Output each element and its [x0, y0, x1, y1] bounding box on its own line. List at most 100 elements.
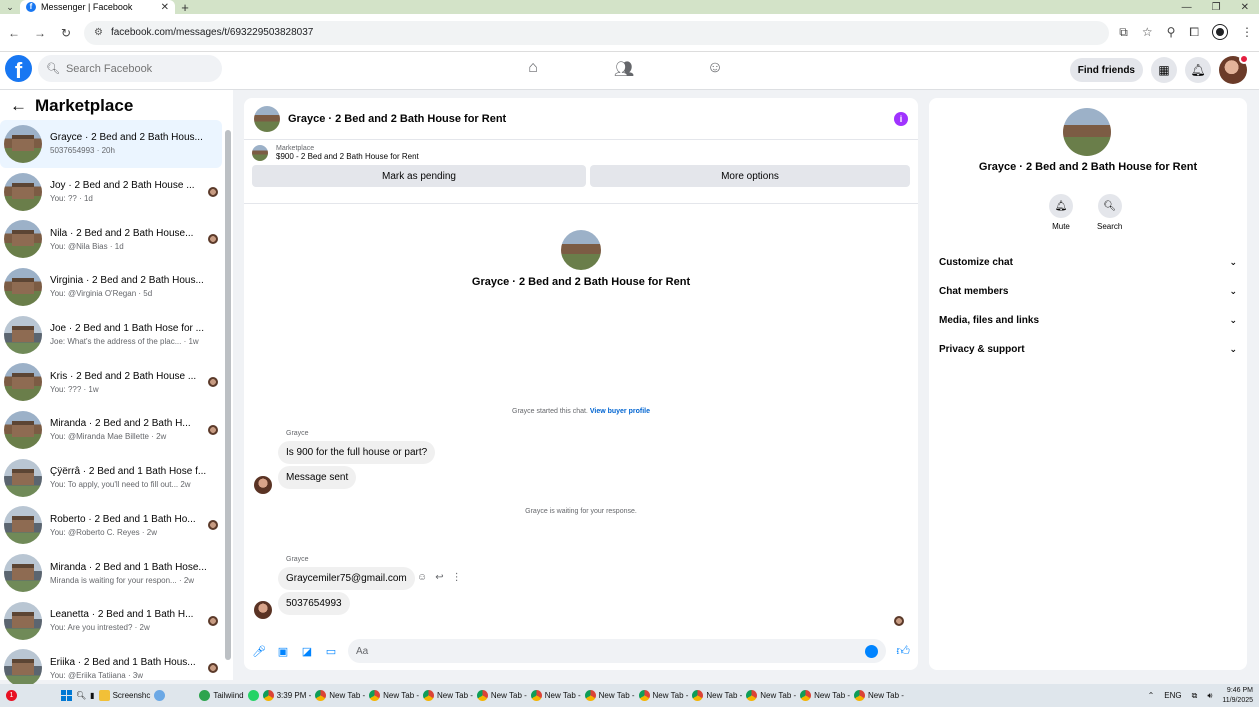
chat-title[interactable]: Grayce · 2 Bed and 2 Bath House for Rent [288, 113, 886, 125]
restore-icon[interactable]: ❐ [1212, 2, 1221, 13]
taskbar-chrome-window[interactable]: New Tab - [423, 690, 473, 701]
search-icon[interactable]: 🔍︎ [1097, 194, 1122, 218]
sticker-icon[interactable]: ◪ [300, 645, 314, 658]
conversation-item[interactable]: Miranda · 2 Bed and 2 Bath H... You: @Mi… [0, 406, 222, 454]
sidebar-scrollbar[interactable] [225, 120, 231, 675]
find-friends-button[interactable]: Find friends [1069, 58, 1143, 82]
photo-icon[interactable]: ▣ [276, 645, 290, 658]
taskbar-chrome-window[interactable]: New Tab - [800, 690, 850, 701]
extensions-puzzle-icon[interactable]: ⧠ [1189, 25, 1199, 40]
install-app-icon[interactable]: ⧉ [1119, 25, 1128, 40]
browser-profile-icon[interactable] [1213, 25, 1227, 39]
close-window-icon[interactable]: ✕ [1241, 2, 1249, 13]
account-avatar[interactable] [1219, 54, 1249, 84]
taskbar-chrome-window[interactable]: New Tab - [638, 690, 688, 701]
section-media-files-links[interactable]: Media, files and links ⌄ [939, 306, 1237, 335]
taskbar-chrome-window[interactable]: New Tab - [530, 690, 581, 701]
search-action[interactable]: 🔍︎ Search [1097, 194, 1122, 231]
conversation-item[interactable]: Çÿërrâ · 2 Bed and 1 Bath Hose f... You:… [0, 454, 222, 502]
chat-avatar[interactable] [254, 105, 280, 132]
conversation-item[interactable]: Joe · 2 Bed and 1 Bath Hose for ... Joe:… [0, 311, 222, 359]
taskbar-chrome-window[interactable]: New Tab - [854, 690, 904, 701]
tab-search-chevron-icon[interactable]: ⌄ [0, 2, 20, 13]
taskbar-screenshot-app[interactable]: Screenshc [98, 690, 150, 701]
scrollbar-thumb[interactable] [225, 130, 231, 660]
language-indicator[interactable]: ENG [1164, 691, 1181, 700]
volume-icon[interactable]: 🔊︎ [1207, 691, 1212, 701]
emoji-icon[interactable] [865, 644, 879, 658]
taskbar-search-icon[interactable]: 🔍︎ [76, 691, 86, 700]
message-bubble[interactable]: 5037654993 [278, 592, 350, 615]
conversation-item[interactable]: Virginia · 2 Bed and 2 Bath Hous... You:… [0, 263, 222, 311]
back-arrow-icon[interactable]: ← [6, 26, 22, 40]
message-bubble[interactable]: Graycemiler75@gmail.com [278, 567, 415, 590]
new-tab-button[interactable]: + [175, 0, 195, 15]
taskbar-chrome-window[interactable]: New Tab - [476, 690, 527, 701]
conversation-item[interactable]: Leanetta · 2 Bed and 1 Bath H... You: Ar… [0, 597, 222, 645]
reply-arrow-icon[interactable]: ↩ [435, 572, 443, 583]
network-icon[interactable]: ⧉ [1192, 691, 1198, 701]
listing-thumbnail [252, 145, 268, 161]
taskbar-whatsapp[interactable] [247, 690, 259, 701]
conversation-item[interactable]: Grayce · 2 Bed and 2 Bath Hous... 503765… [0, 120, 222, 168]
mute-action[interactable]: 🔔︎ Mute [1049, 194, 1073, 231]
taskbar-chrome-window[interactable]: New Tab - [315, 690, 365, 701]
menu-grid-icon[interactable]: ▦ [1151, 57, 1177, 83]
taskbar-notification[interactable]: 1 [6, 690, 17, 701]
task-view-icon[interactable]: ▮ [90, 691, 94, 700]
extension-pin-icon[interactable]: ⚲ [1167, 25, 1176, 40]
gif-icon[interactable]: ▭ [324, 645, 338, 658]
taskbar-chrome-window[interactable]: New Tab - [369, 690, 419, 701]
bookmark-star-icon[interactable]: ☆ [1142, 25, 1153, 40]
react-emoji-icon[interactable]: ☺ [417, 572, 427, 583]
browser-tab-messenger[interactable]: f Messenger | Facebook ✕ [20, 0, 175, 14]
message-bubble[interactable]: Is 900 for the full house or part? [278, 441, 436, 464]
url-field[interactable]: ⚙ facebook.com/messages/t/69322950382803… [84, 20, 1110, 45]
notifications-bell-icon[interactable]: 🔔︎ [1185, 57, 1211, 83]
conversation-item[interactable]: Roberto · 2 Bed and 1 Bath Ho... You: @R… [0, 502, 222, 550]
minimize-icon[interactable]: — [1182, 2, 1192, 13]
taskbar-pinned-app[interactable] [154, 690, 166, 701]
facebook-logo-icon[interactable]: f [5, 55, 32, 82]
message-bubble[interactable]: Message sent [278, 466, 357, 489]
more-dots-icon[interactable]: ⋮ [452, 572, 462, 583]
more-options-button[interactable]: More options [590, 165, 910, 187]
section-customize-chat[interactable]: Customize chat ⌄ [939, 248, 1237, 277]
back-arrow-icon[interactable]: ← [10, 96, 27, 116]
tab-close-icon[interactable]: ✕ [161, 2, 169, 13]
facebook-search-input[interactable] [65, 62, 216, 75]
conversation-item[interactable]: Kris · 2 Bed and 2 Bath House ... You: ?… [0, 358, 222, 406]
facebook-search[interactable]: 🔍︎ [38, 55, 222, 82]
forward-arrow-icon[interactable]: → [32, 26, 48, 40]
message-input[interactable]: Aa [348, 639, 887, 663]
taskbar-chrome-window[interactable]: New Tab - [746, 690, 796, 701]
taskbar-chrome-window[interactable]: 3:39 PM - [262, 690, 311, 701]
reload-icon[interactable]: ↻ [58, 26, 74, 40]
conversation-item[interactable]: Nila · 2 Bed and 2 Bath House... You: @N… [0, 215, 222, 263]
bell-icon[interactable]: 🔔︎ [1049, 194, 1073, 218]
microphone-icon[interactable]: 🎤︎ [252, 645, 266, 658]
mark-pending-button[interactable]: Mark as pending [252, 165, 586, 187]
conversation-item[interactable]: Miranda · 2 Bed and 1 Bath Hose... Miran… [0, 549, 222, 597]
tray-chevron-up-icon[interactable]: ⌃ [1148, 691, 1155, 700]
profile-circle-icon[interactable]: ☺ [702, 59, 728, 79]
view-buyer-profile-link[interactable]: View buyer profile [590, 408, 650, 415]
clock[interactable]: 9:46 PM 11/9/2025 [1222, 686, 1253, 706]
thumbs-up-icon[interactable]: 👍︎ [896, 643, 910, 659]
facebook-header: f 🔍︎ ⌂ 👥︎ ☺ Find friends ▦ 🔔︎ [0, 52, 1259, 90]
section-chat-members[interactable]: Chat members ⌄ [939, 277, 1237, 306]
start-button[interactable] [61, 690, 72, 701]
listing-summary[interactable]: Marketplace $900 - 2 Bed and 2 Bath Hous… [252, 145, 910, 161]
taskbar-chrome-window[interactable]: New Tab - [692, 690, 742, 701]
friends-icon[interactable]: 👥︎ [611, 59, 637, 79]
windows-taskbar: 1 🔍︎ ▮ Screenshc Tailwiind 3:39 PM - New… [0, 684, 1259, 707]
taskbar-tailwind-app[interactable]: Tailwiind [199, 690, 244, 701]
browser-menu-icon[interactable]: ⋮ [1241, 25, 1253, 40]
conversation-item[interactable]: Joy · 2 Bed and 2 Bath House ... You: ??… [0, 168, 222, 216]
chrome-icon [530, 690, 542, 701]
home-icon[interactable]: ⌂ [520, 59, 546, 79]
section-privacy-support[interactable]: Privacy & support ⌄ [939, 335, 1237, 364]
info-icon[interactable]: i [894, 111, 908, 126]
taskbar-chrome-window[interactable]: New Tab - [584, 690, 635, 701]
site-info-icon[interactable]: ⚙ [94, 27, 103, 38]
